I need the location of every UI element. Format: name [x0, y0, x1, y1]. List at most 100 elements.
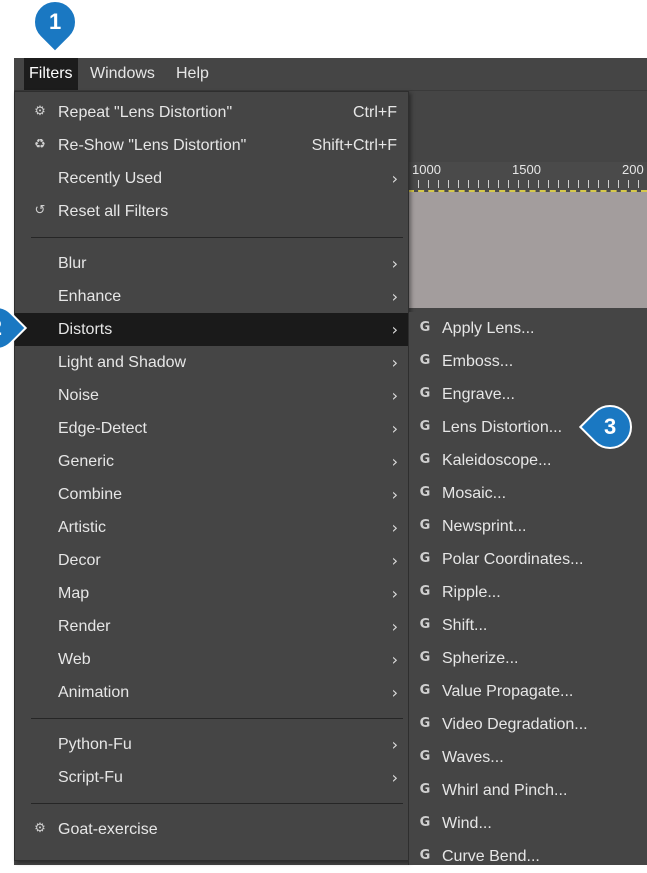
- menu-item-combine[interactable]: Combine ›: [15, 478, 408, 511]
- submenu-item-label: Newsprint...: [442, 518, 527, 535]
- menu-item-distorts[interactable]: Distorts ›: [15, 313, 408, 346]
- menu-item-label: Python-Fu: [58, 736, 132, 753]
- menu-item-goat-exercise[interactable]: ⚙ Goat-exercise: [15, 813, 408, 846]
- submenu-item-label: Mosaic...: [442, 485, 507, 502]
- menubar: Filters Windows Help: [14, 58, 647, 91]
- menu-item-blur[interactable]: Blur ›: [15, 247, 408, 280]
- gegl-icon: G: [419, 485, 431, 500]
- chevron-right-icon: ›: [391, 353, 398, 372]
- submenu-item-apply-lens[interactable]: G Apply Lens...: [409, 312, 647, 345]
- chevron-right-icon: ›: [391, 254, 398, 273]
- callout-badge-1: 1: [23, 0, 87, 54]
- submenu-item-spherize[interactable]: G Spherize...: [409, 642, 647, 675]
- gegl-icon: G: [419, 518, 431, 533]
- chevron-right-icon: ›: [391, 320, 398, 339]
- menu-item-edge-detect[interactable]: Edge-Detect ›: [15, 412, 408, 445]
- menu-item-python-fu[interactable]: Python-Fu ›: [15, 728, 408, 761]
- submenu-item-label: Shift...: [442, 617, 488, 634]
- submenu-item-label: Curve Bend...: [442, 848, 540, 865]
- chevron-right-icon: ›: [391, 518, 398, 537]
- menu-item-label: Decor: [58, 552, 101, 569]
- menu-item-label: Re-Show "Lens Distortion": [58, 137, 247, 154]
- menu-item-shortcut: Shift+Ctrl+F: [311, 137, 397, 154]
- chevron-right-icon: ›: [391, 551, 398, 570]
- gegl-icon: G: [419, 419, 431, 434]
- gegl-icon: G: [419, 551, 431, 566]
- submenu-item-mosaic[interactable]: G Mosaic...: [409, 477, 647, 510]
- chevron-right-icon: ›: [391, 735, 398, 754]
- submenu-item-label: Polar Coordinates...: [442, 551, 584, 568]
- gegl-icon: G: [419, 716, 431, 731]
- submenu-item-label: Video Degradation...: [442, 716, 588, 733]
- menu-item-recently-used[interactable]: Recently Used ›: [15, 162, 408, 195]
- menu-item-re-show-lens-distortion[interactable]: ♻ Re-Show "Lens Distortion" Shift+Ctrl+F: [15, 129, 408, 162]
- menu-item-animation[interactable]: Animation ›: [15, 676, 408, 709]
- menu-item-artistic[interactable]: Artistic ›: [15, 511, 408, 544]
- submenu-item-video-degradation[interactable]: G Video Degradation...: [409, 708, 647, 741]
- menu-item-repeat-lens-distortion[interactable]: ⚙ Repeat "Lens Distortion" Ctrl+F: [15, 96, 408, 129]
- submenu-item-curve-bend[interactable]: G Curve Bend...: [409, 840, 647, 873]
- submenu-item-label: Ripple...: [442, 584, 501, 601]
- menu-item-label: Repeat "Lens Distortion": [58, 104, 233, 121]
- submenu-item-whirl-and-pinch[interactable]: G Whirl and Pinch...: [409, 774, 647, 807]
- submenu-item-ripple[interactable]: G Ripple...: [409, 576, 647, 609]
- menu-separator: [31, 718, 403, 719]
- menu-item-label: Map: [58, 585, 90, 602]
- chevron-right-icon: ›: [391, 650, 398, 669]
- submenu-item-label: Apply Lens...: [442, 320, 535, 337]
- menu-item-label: Script-Fu: [58, 769, 123, 786]
- menubar-windows[interactable]: Windows: [85, 58, 160, 90]
- menu-item-noise[interactable]: Noise ›: [15, 379, 408, 412]
- submenu-item-label: Emboss...: [442, 353, 514, 370]
- canvas-image[interactable]: [408, 192, 647, 308]
- chevron-right-icon: ›: [391, 485, 398, 504]
- gegl-icon: G: [419, 650, 431, 665]
- chevron-right-icon: ›: [391, 452, 398, 471]
- menu-item-label: Goat-exercise: [58, 821, 158, 838]
- menu-item-enhance[interactable]: Enhance ›: [15, 280, 408, 313]
- menubar-filters[interactable]: Filters: [24, 58, 78, 90]
- menu-item-label: Distorts: [58, 321, 113, 338]
- menu-separator: [31, 237, 403, 238]
- menu-item-decor[interactable]: Decor ›: [15, 544, 408, 577]
- submenu-item-label: Engrave...: [442, 386, 515, 403]
- submenu-item-polar-coordinates[interactable]: G Polar Coordinates...: [409, 543, 647, 576]
- menu-item-web[interactable]: Web ›: [15, 643, 408, 676]
- menu-item-light-and-shadow[interactable]: Light and Shadow ›: [15, 346, 408, 379]
- submenu-item-label: Wind...: [442, 815, 492, 832]
- submenu-item-newsprint[interactable]: G Newsprint...: [409, 510, 647, 543]
- menu-item-label: Render: [58, 618, 111, 635]
- gegl-icon: G: [419, 353, 431, 368]
- gegl-icon: G: [419, 815, 431, 830]
- submenu-item-label: Spherize...: [442, 650, 519, 667]
- menu-item-label: Light and Shadow: [58, 354, 187, 371]
- submenu-item-value-propagate[interactable]: G Value Propagate...: [409, 675, 647, 708]
- gear-icon: ⚙: [34, 104, 46, 119]
- menu-item-reset-all-filters[interactable]: ↺ Reset all Filters: [15, 195, 408, 228]
- horizontal-ruler[interactable]: 1000 1500 200: [408, 162, 647, 192]
- chevron-right-icon: ›: [391, 169, 398, 188]
- submenu-item-label: Whirl and Pinch...: [442, 782, 568, 799]
- submenu-item-label: Lens Distortion...: [442, 419, 563, 436]
- submenu-item-wind[interactable]: G Wind...: [409, 807, 647, 840]
- menu-item-script-fu[interactable]: Script-Fu ›: [15, 761, 408, 794]
- chevron-right-icon: ›: [391, 683, 398, 702]
- gegl-icon: G: [419, 386, 431, 401]
- menu-item-label: Artistic: [58, 519, 106, 536]
- ruler-label: 1500: [512, 162, 541, 177]
- menu-item-map[interactable]: Map ›: [15, 577, 408, 610]
- submenu-item-label: Waves...: [442, 749, 504, 766]
- menubar-help[interactable]: Help: [171, 58, 214, 90]
- gegl-icon: G: [419, 848, 431, 863]
- menu-item-shortcut: Ctrl+F: [353, 104, 397, 121]
- gegl-icon: G: [419, 617, 431, 632]
- submenu-item-emboss[interactable]: G Emboss...: [409, 345, 647, 378]
- menu-separator: [31, 803, 403, 804]
- submenu-item-shift[interactable]: G Shift...: [409, 609, 647, 642]
- menu-item-generic[interactable]: Generic ›: [15, 445, 408, 478]
- menu-item-label: Noise: [58, 387, 99, 404]
- menu-item-render[interactable]: Render ›: [15, 610, 408, 643]
- ruler-ticks: [408, 180, 647, 188]
- submenu-item-waves[interactable]: G Waves...: [409, 741, 647, 774]
- menu-item-label: Edge-Detect: [58, 420, 147, 437]
